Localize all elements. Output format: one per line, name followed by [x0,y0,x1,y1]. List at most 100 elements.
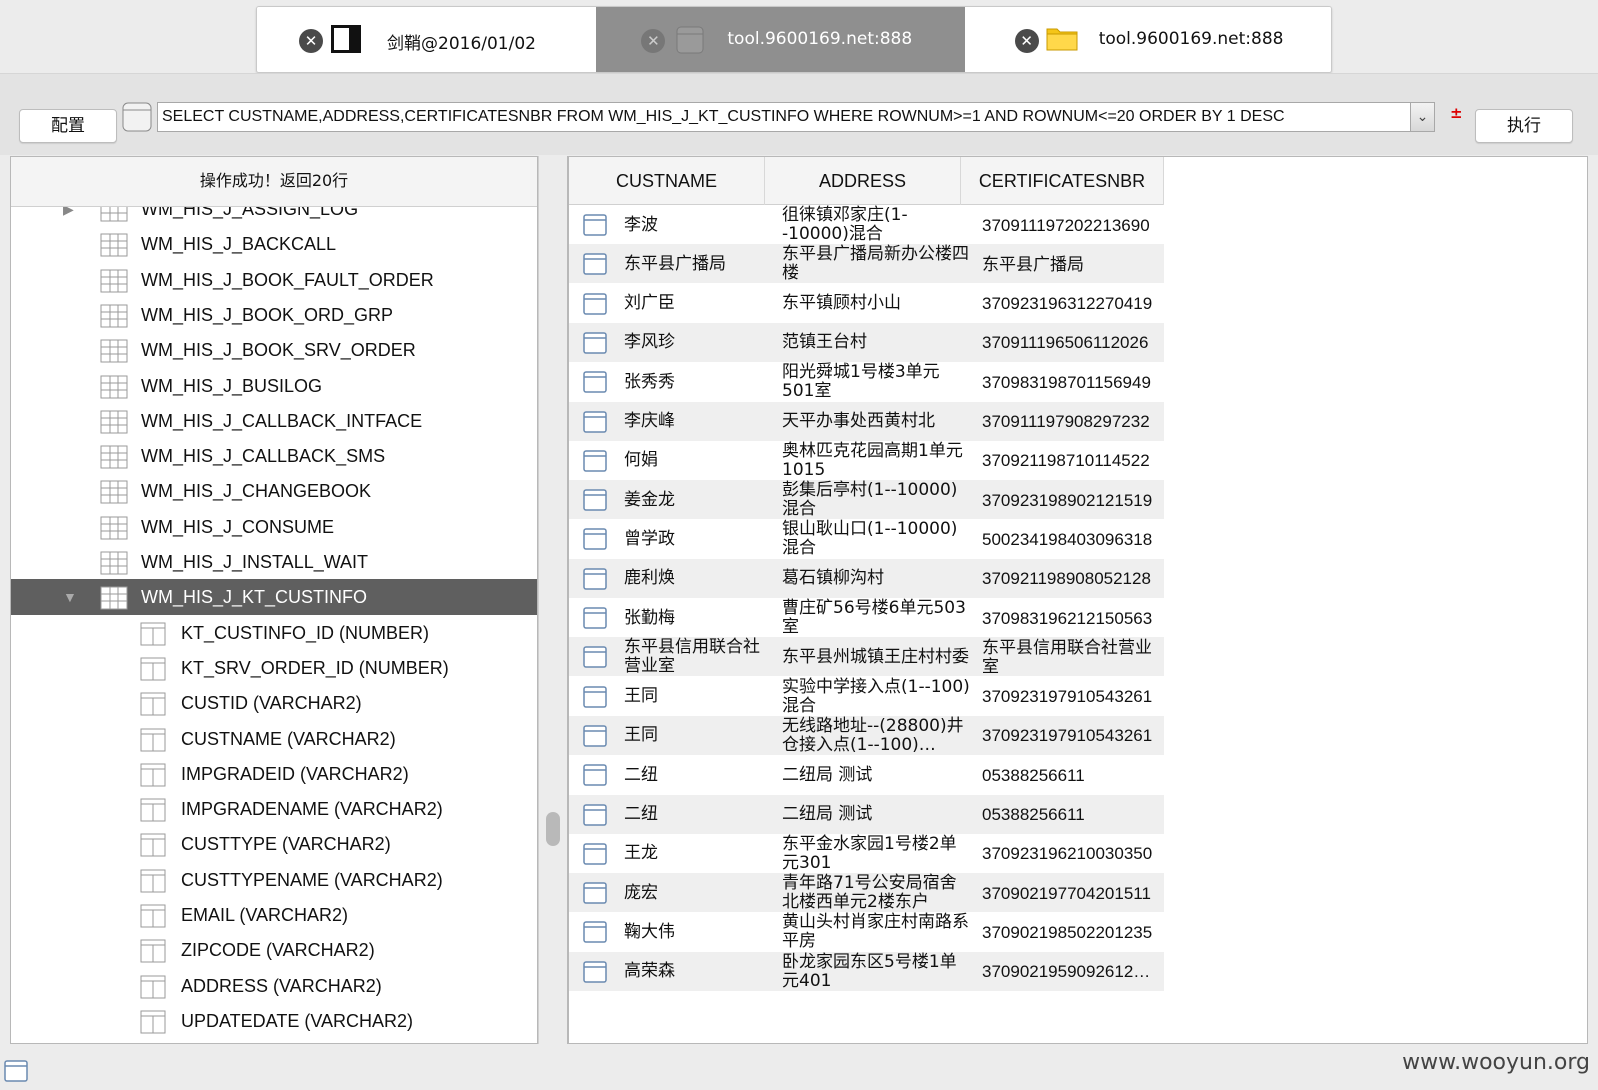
cell-certificatesnbr[interactable]: 370923198902121519 [982,480,1164,520]
cell-address[interactable]: 黄山头村肖家庄村南路系平房 [782,912,972,952]
window-icon[interactable] [4,1060,28,1086]
table-row[interactable]: 李庆峰 天平办事处西黄村北 370911197908297232 [569,401,1164,442]
cell-address[interactable]: 曹庄矿56号楼6单元503室 [782,598,972,638]
cell-certificatesnbr[interactable]: 370983198701156949 [982,362,1164,402]
collapse-arrow-icon[interactable]: ▼ [63,579,77,615]
cell-certificatesnbr[interactable]: 370923196312270419 [982,284,1164,324]
cell-address[interactable]: 东平县州城镇王庄村村委 [782,637,972,677]
cell-custname[interactable]: 东平县信用联合社营业室 [624,637,764,677]
tree-column-item[interactable]: CUSTNAME (VARCHAR2) [11,721,537,757]
tree-column-item[interactable]: EMAIL (VARCHAR2) [11,897,537,933]
tree-column-item[interactable]: CUSTTYPE (VARCHAR2) [11,826,537,862]
table-row[interactable]: 王龙 东平金水家园1号楼2单元301 370923196210030350 [569,834,1164,874]
tree-table-item[interactable]: WM_HIS_J_CONSUME [11,509,537,545]
tree-column-item[interactable]: UPDATEDATE (VARCHAR2) [11,1003,537,1039]
cell-certificatesnbr[interactable]: 370911197908297232 [982,402,1164,442]
table-row[interactable]: 东平县广播局 东平县广播局新办公楼四楼 东平县广播局 [569,244,1164,285]
cell-certificatesnbr[interactable]: 370923197910543261 [982,677,1164,717]
tree-table-item[interactable]: WM_HIS_J_BOOK_SRV_ORDER [11,332,537,368]
tree-table-item[interactable]: WM_HIS_J_BACKCALL [11,226,537,262]
cell-certificatesnbr[interactable]: 05388256611 [982,755,1164,795]
table-row[interactable]: 张秀秀 阳光舜城1号楼3单元501室 370983198701156949 [569,362,1164,403]
sql-input[interactable]: SELECT CUSTNAME,ADDRESS,CERTIFICATESNBR … [157,102,1411,132]
cell-custname[interactable]: 曾学政 [624,519,764,559]
cell-certificatesnbr[interactable]: 370911196506112026 [982,323,1164,363]
cell-address[interactable]: 东平镇顾村小山 [782,284,972,324]
cell-certificatesnbr[interactable]: 05388256611 [982,795,1164,835]
cell-custname[interactable]: 刘广臣 [624,284,764,324]
cell-certificatesnbr[interactable]: 东平县广播局 [982,244,1164,284]
cell-custname[interactable]: 二纽 [624,795,764,835]
scrollbar-thumb[interactable] [546,812,560,846]
table-row[interactable]: 王同 实验中学接入点(1--100)混合 370923197910543261 [569,677,1164,717]
cell-address[interactable]: 彭集后亭村(1--10000)混合 [782,480,972,520]
cell-custname[interactable]: 二纽 [624,755,764,795]
table-row[interactable]: 姜金龙 彭集后亭村(1--10000)混合 370923198902121519 [569,480,1164,521]
column-header-custname[interactable]: CUSTNAME [569,157,765,205]
tree-table-item[interactable]: ▼ WM_HIS_J_KT_CUSTINFO [11,579,537,616]
cell-certificatesnbr[interactable]: 3709021959092612… [982,952,1164,992]
table-row[interactable]: 刘广臣 东平镇顾村小山 370923196312270419 [569,284,1164,324]
tree-column-item[interactable]: CUSTID (VARCHAR2) [11,685,537,721]
table-row[interactable]: 东平县信用联合社营业室 东平县州城镇王庄村村委 东平县信用联合社营业室 [569,637,1164,678]
cell-custname[interactable]: 王同 [624,677,764,717]
cell-custname[interactable]: 东平县广播局 [624,244,764,284]
cell-custname[interactable]: 王龙 [624,834,764,874]
tab-database-active[interactable]: ✕ tool.9600169.net:888 [596,7,965,72]
table-row[interactable]: 庞宏 青年路71号公安局宿舍北楼西单元2楼东户 370902197704201511 [569,873,1164,914]
cell-address[interactable]: 东平县广播局新办公楼四楼 [782,244,972,284]
table-row[interactable]: 二纽 二纽局 测试 05388256611 [569,755,1164,796]
cell-address[interactable]: 东平金水家园1号楼2单元301 [782,834,972,874]
cell-address[interactable]: 实验中学接入点(1--100)混合 [782,677,972,717]
cell-custname[interactable]: 姜金龙 [624,480,764,520]
table-row[interactable]: 王同 无线路地址--(28800)井仓接入点(1--100)… 3709231979… [569,715,1164,756]
cell-address[interactable]: 徂徕镇邓家庄(1--10000)混合 [782,205,972,245]
tree-table-item[interactable]: WM_HIS_J_BOOK_FAULT_ORDER [11,262,537,298]
cell-address[interactable]: 二纽局 测试 [782,795,972,835]
cell-address[interactable]: 范镇王台村 [782,323,972,363]
cell-certificatesnbr[interactable]: 东平县信用联合社营业室 [982,637,1164,677]
cell-custname[interactable]: 张勤梅 [624,598,764,638]
tab-folder[interactable]: ✕ tool.9600169.net:888 [964,7,1331,72]
close-icon[interactable]: ✕ [641,29,666,53]
cell-certificatesnbr[interactable]: 370911197202213690 [982,205,1164,245]
tree-column-item[interactable]: CUSTTYPENAME (VARCHAR2) [11,862,537,898]
cell-custname[interactable]: 张秀秀 [624,362,764,402]
cell-custname[interactable]: 李风珍 [624,323,764,363]
table-row[interactable]: 二纽 二纽局 测试 05388256611 [569,794,1164,835]
cell-certificatesnbr[interactable]: 500234198403096318 [982,519,1164,559]
table-row[interactable]: 高荣森 卧龙家园东区5号楼1单元401 3709021959092612… [569,951,1164,992]
cell-certificatesnbr[interactable]: 370902197704201511 [982,873,1164,913]
cell-address[interactable]: 阳光舜城1号楼3单元501室 [782,362,972,402]
cell-certificatesnbr[interactable]: 370983196212150563 [982,598,1164,638]
cell-certificatesnbr[interactable]: 370923197910543261 [982,716,1164,756]
tab-jianqiao[interactable]: ✕ 剑鞘@2016/01/02 [257,7,597,72]
cell-custname[interactable]: 何娟 [624,441,764,481]
table-row[interactable]: 鞠大伟 黄山头村肖家庄村南路系平房 370902198502201235 [569,912,1164,953]
execute-button[interactable]: 执行 [1475,109,1573,143]
table-row[interactable]: 李波 徂徕镇邓家庄(1--10000)混合 370911197202213690 [569,205,1164,245]
column-header-certificatesnbr[interactable]: CERTIFICATESNBR [961,157,1164,205]
cell-certificatesnbr[interactable]: 370921198908052128 [982,559,1164,599]
cell-custname[interactable]: 庞宏 [624,873,764,913]
tree-column-item[interactable]: ADDRESS (VARCHAR2) [11,968,537,1004]
cell-custname[interactable]: 王同 [624,716,764,756]
cell-address[interactable]: 葛石镇柳沟村 [782,559,972,599]
table-row[interactable]: 曾学政 银山耿山口(1--10000)混合 500234198403096318 [569,519,1164,560]
tree-table-item[interactable]: WM_HIS_J_BUSILOG [11,368,537,404]
tree-table-item[interactable]: WM_HIS_J_CHANGEBOOK [11,473,537,509]
cell-address[interactable]: 天平办事处西黄村北 [782,402,972,442]
cell-custname[interactable]: 李波 [624,205,764,245]
tree-column-item[interactable]: ZIPCODE (VARCHAR2) [11,932,537,968]
plus-minus-toggle[interactable]: ± [1450,104,1463,122]
cell-address[interactable]: 无线路地址--(28800)井仓接入点(1--100)… [782,716,972,756]
cell-custname[interactable]: 鹿利焕 [624,559,764,599]
close-icon[interactable]: ✕ [1014,29,1039,53]
cell-address[interactable]: 卧龙家园东区5号楼1单元401 [782,952,972,992]
tree-column-item[interactable]: IMPGRADENAME (VARCHAR2) [11,791,537,827]
cell-address[interactable]: 二纽局 测试 [782,755,972,795]
tree-table-item[interactable]: WM_HIS_J_CALLBACK_SMS [11,438,537,474]
cell-custname[interactable]: 鞠大伟 [624,912,764,952]
tree-column-item[interactable]: KT_CUSTINFO_ID (NUMBER) [11,615,537,651]
expand-arrow-icon[interactable]: ▶ [63,207,74,227]
